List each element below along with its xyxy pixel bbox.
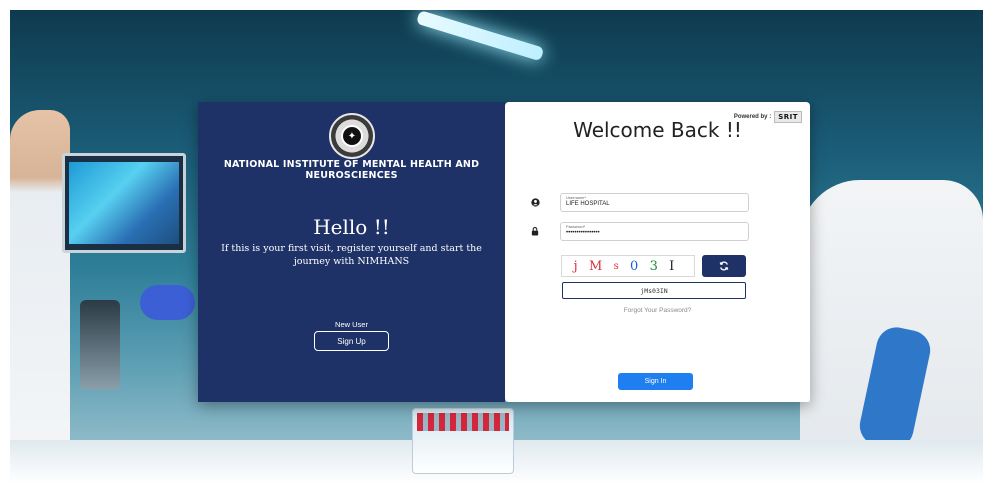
username-label: Username*: [566, 195, 587, 200]
password-label: Password*: [566, 224, 586, 229]
captcha-image: j M s 0 3 I: [561, 255, 695, 277]
user-icon: [530, 197, 540, 207]
captcha-input[interactable]: [562, 282, 746, 299]
username-field[interactable]: Username* LIFE HOSPITAL: [560, 193, 749, 212]
refresh-captcha-button[interactable]: [702, 255, 746, 277]
lab-monitor: [62, 153, 186, 253]
captcha-char: 3: [649, 258, 658, 274]
username-row: Username* LIFE HOSPITAL: [530, 193, 749, 212]
username-input[interactable]: LIFE HOSPITAL: [566, 201, 746, 207]
password-input[interactable]: ••••••••••••••••: [566, 230, 746, 236]
captcha-char: 0: [630, 258, 639, 274]
hello-heading: Hello !!: [313, 215, 390, 239]
vial-rack: [412, 408, 514, 474]
refresh-icon: [719, 261, 729, 271]
captcha-char: M: [588, 258, 603, 274]
welcome-title: Welcome Back !!: [573, 118, 742, 142]
password-field[interactable]: Password* ••••••••••••••••: [560, 222, 749, 241]
ceiling-light: [415, 10, 545, 62]
register-panel: ✦ NATIONAL INSTITUTE OF MENTAL HEALTH AN…: [198, 102, 505, 402]
sign-in-button[interactable]: Sign In: [618, 373, 693, 390]
login-card: ✦ NATIONAL INSTITUTE OF MENTAL HEALTH AN…: [198, 102, 810, 402]
register-message: If this is your first visit, register yo…: [221, 243, 482, 267]
new-user-label: New User: [335, 320, 368, 329]
institute-seal-icon: ✦: [329, 113, 375, 159]
lock-icon: [530, 226, 540, 236]
password-row: Password* ••••••••••••••••: [531, 222, 749, 241]
captcha-char: s: [613, 260, 619, 272]
forgot-password-link[interactable]: Forgot Your Password?: [505, 307, 810, 314]
captcha-char: j: [573, 258, 578, 274]
microscope: [80, 300, 120, 390]
scientist-left: [10, 110, 70, 484]
glove-left: [140, 285, 195, 320]
institute-name: NATIONAL INSTITUTE OF MENTAL HEALTH AND …: [223, 159, 480, 181]
sign-up-button[interactable]: Sign Up: [314, 331, 389, 351]
login-panel: Powered by : SRIT Welcome Back !! Userna…: [505, 102, 810, 402]
captcha-char: I: [669, 258, 675, 274]
